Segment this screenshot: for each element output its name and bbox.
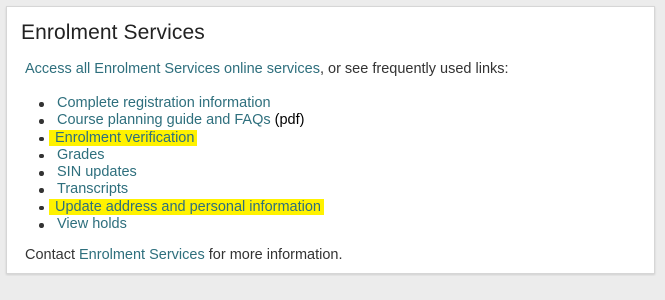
contact-suffix: for more information. xyxy=(204,247,343,263)
transcripts-link[interactable]: Transcripts xyxy=(57,181,128,197)
registration-info-link[interactable]: Complete registration information xyxy=(57,95,271,111)
intro-text: , or see frequently used links: xyxy=(319,61,509,77)
intro-paragraph: Access all Enrolment Services online ser… xyxy=(25,61,509,77)
grades-link[interactable]: Grades xyxy=(57,147,105,163)
quick-links-list: Complete registration information Course… xyxy=(35,95,324,233)
contact-paragraph: Contact Enrolment Services for more info… xyxy=(25,247,343,263)
list-item: Grades xyxy=(35,147,324,164)
highlight-mark: Enrolment verification xyxy=(49,129,198,146)
enrolment-services-link[interactable]: Enrolment Services xyxy=(79,247,205,263)
pdf-note: (pdf) xyxy=(270,112,305,129)
online-services-link[interactable]: Access all Enrolment Services online ser… xyxy=(25,61,320,77)
course-planning-guide-link[interactable]: Course planning guide and FAQs xyxy=(57,112,271,128)
list-item: Update address and personal information xyxy=(35,198,324,216)
sin-updates-link[interactable]: SIN updates xyxy=(57,164,137,180)
view-holds-link[interactable]: View holds xyxy=(57,216,127,232)
list-item: Enrolment verification xyxy=(35,129,324,147)
page-background-strip xyxy=(0,276,665,300)
card-title: Enrolment Services xyxy=(21,21,205,44)
list-item: Course planning guide and FAQs (pdf) xyxy=(35,112,324,129)
highlight-mark: Update address and personal information xyxy=(49,198,324,215)
list-item: Transcripts xyxy=(35,181,324,198)
list-item: View holds xyxy=(35,216,324,233)
enrolment-services-card: Enrolment Services Access all Enrolment … xyxy=(6,6,655,274)
list-item: SIN updates xyxy=(35,164,324,181)
list-item: Complete registration information xyxy=(35,95,324,112)
contact-prefix: Contact xyxy=(25,247,79,263)
enrolment-verification-link[interactable]: Enrolment verification xyxy=(55,130,194,146)
update-address-link[interactable]: Update address and personal information xyxy=(55,199,321,215)
